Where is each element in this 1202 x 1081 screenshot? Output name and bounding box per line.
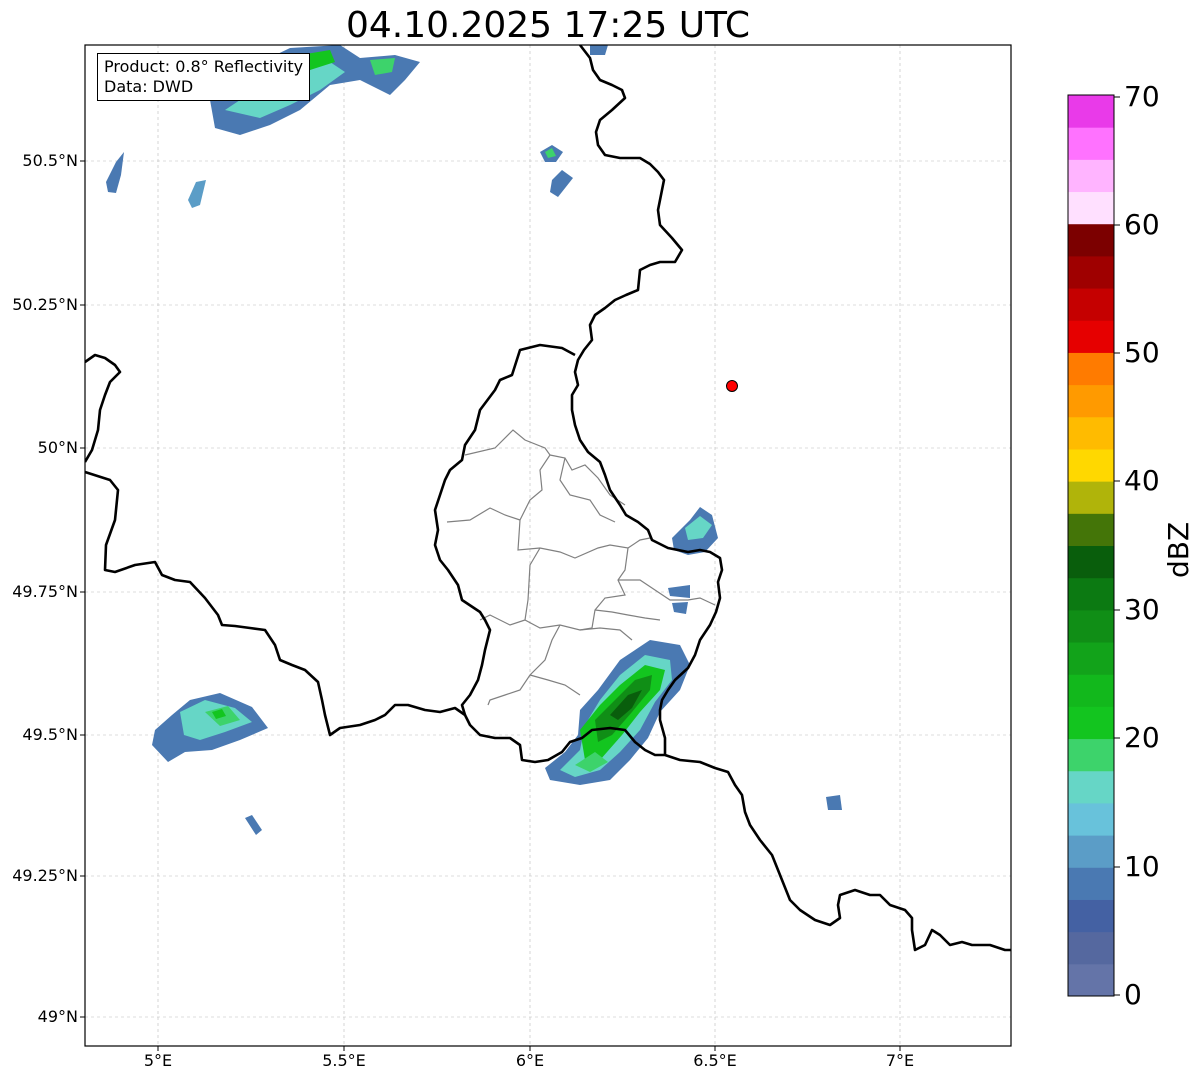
lat-label: 49°N	[37, 1007, 78, 1026]
colorbar-segment	[1068, 674, 1114, 707]
colorbar	[1068, 95, 1114, 997]
colorbar-tick-label: 10	[1124, 850, 1160, 883]
colorbar-tick-label: 50	[1124, 336, 1160, 369]
colorbar-segment	[1068, 770, 1114, 804]
radar-site-marker	[726, 380, 738, 392]
colorbar-segment	[1068, 255, 1114, 289]
colorbar-segment	[1068, 320, 1114, 353]
colorbar-segment	[1068, 609, 1114, 643]
colorbar-segment	[1068, 191, 1114, 225]
radar-map	[80, 44, 1120, 1051]
lat-label: 50.25°N	[12, 295, 78, 314]
colorbar-segment	[1068, 159, 1114, 193]
colorbar-segment	[1068, 127, 1114, 160]
colorbar-tick-label: 40	[1124, 464, 1160, 497]
colorbar-segment	[1068, 802, 1114, 836]
colorbar-segment	[1068, 223, 1114, 257]
colorbar-segment	[1068, 867, 1114, 900]
colorbar-segment	[1068, 384, 1114, 418]
colorbar-ticks	[1114, 96, 1120, 996]
lat-label: 49.5°N	[22, 725, 78, 744]
lon-label: 6.5°E	[693, 1051, 737, 1070]
colorbar-tick-label: 60	[1124, 208, 1160, 241]
lat-label: 49.25°N	[12, 866, 78, 885]
product-info-box: Product: 0.8° Reflectivity Data: DWD	[97, 53, 311, 101]
data-source-label: Data: DWD	[104, 77, 194, 96]
colorbar-segment	[1068, 481, 1114, 514]
colorbar-segment	[1068, 416, 1114, 450]
colorbar-segment	[1068, 963, 1114, 997]
colorbar-segment	[1068, 577, 1114, 611]
colorbar-tick-label: 30	[1124, 593, 1160, 626]
colorbar-tick-label: 0	[1124, 978, 1142, 1011]
colorbar-segment	[1068, 513, 1114, 546]
lon-label: 5°E	[143, 1051, 173, 1070]
colorbar-segment	[1068, 545, 1114, 579]
colorbar-segment	[1068, 642, 1114, 675]
lat-label: 49.75°N	[12, 582, 78, 601]
lon-label: 5.5°E	[322, 1051, 366, 1070]
lat-label: 50°N	[37, 438, 78, 457]
colorbar-unit-label: dBZ	[1162, 521, 1195, 578]
lon-label: 7°E	[885, 1051, 915, 1070]
colorbar-tick-label: 20	[1124, 721, 1160, 754]
colorbar-segment	[1068, 706, 1114, 740]
colorbar-segment	[1068, 899, 1114, 933]
lon-label: 6°E	[515, 1051, 545, 1070]
colorbar-segment	[1068, 448, 1114, 482]
lat-label: 50.5°N	[22, 151, 78, 170]
colorbar-segment	[1068, 835, 1114, 868]
colorbar-tick-label: 70	[1124, 80, 1160, 113]
colorbar-segment	[1068, 738, 1114, 772]
colorbar-segment	[1068, 95, 1114, 128]
colorbar-segment	[1068, 288, 1114, 321]
colorbar-segment	[1068, 352, 1114, 386]
colorbar-segment	[1068, 931, 1114, 965]
product-label: Product: 0.8° Reflectivity	[104, 57, 304, 76]
echo-small	[590, 45, 608, 55]
echo-small	[826, 795, 842, 810]
